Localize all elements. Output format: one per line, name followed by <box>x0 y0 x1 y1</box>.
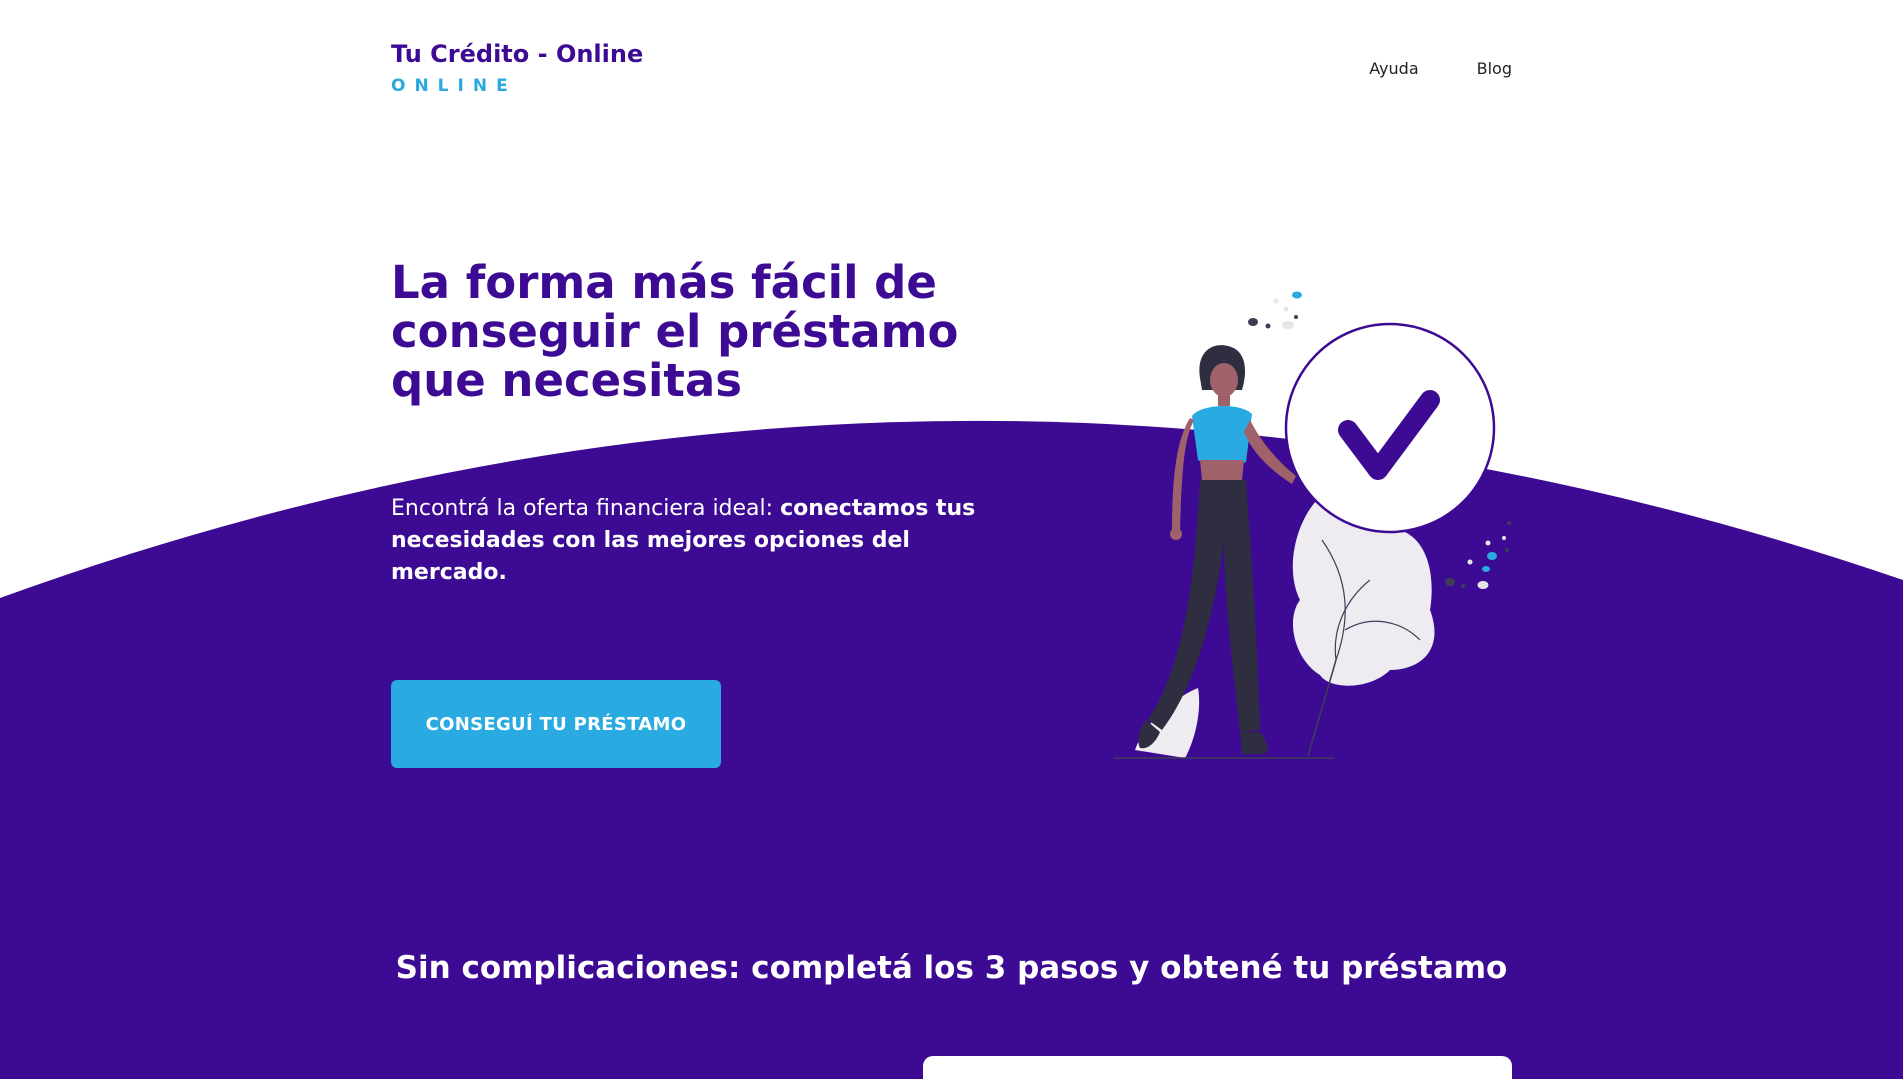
brand-subtitle: ONLINE <box>391 76 517 96</box>
landing-page: Tu Crédito - Online ONLINE Ayuda Blog La… <box>0 0 1903 1079</box>
hero-subtitle: Encontrá la oferta financiera ideal: con… <box>391 493 991 589</box>
step-card <box>923 1056 1512 1079</box>
woman-with-checkmark-illustration <box>1114 291 1511 759</box>
hero-title: La forma más fácil de conseguir el prést… <box>391 256 959 407</box>
confetti-right-icon <box>1445 521 1511 589</box>
brand-title: Tu Crédito - Online <box>391 40 644 68</box>
brand-logo[interactable]: Tu Crédito - Online ONLINE <box>391 40 643 96</box>
get-loan-button[interactable]: CONSEGUÍ TU PRÉSTAMO <box>391 680 721 768</box>
checkmark-circle-icon <box>1284 322 1496 534</box>
steps-section-title: Sin complicaciones: completá los 3 pasos… <box>395 950 1508 986</box>
hero-subtitle-regular: Encontrá la oferta financiera ideal: <box>391 496 781 521</box>
woman-figure <box>1138 345 1296 754</box>
nav-link-blog[interactable]: Blog <box>1477 59 1512 78</box>
main-nav: Ayuda Blog <box>1369 59 1512 78</box>
nav-link-ayuda[interactable]: Ayuda <box>1369 59 1418 78</box>
confetti-top-icon <box>1248 291 1302 329</box>
